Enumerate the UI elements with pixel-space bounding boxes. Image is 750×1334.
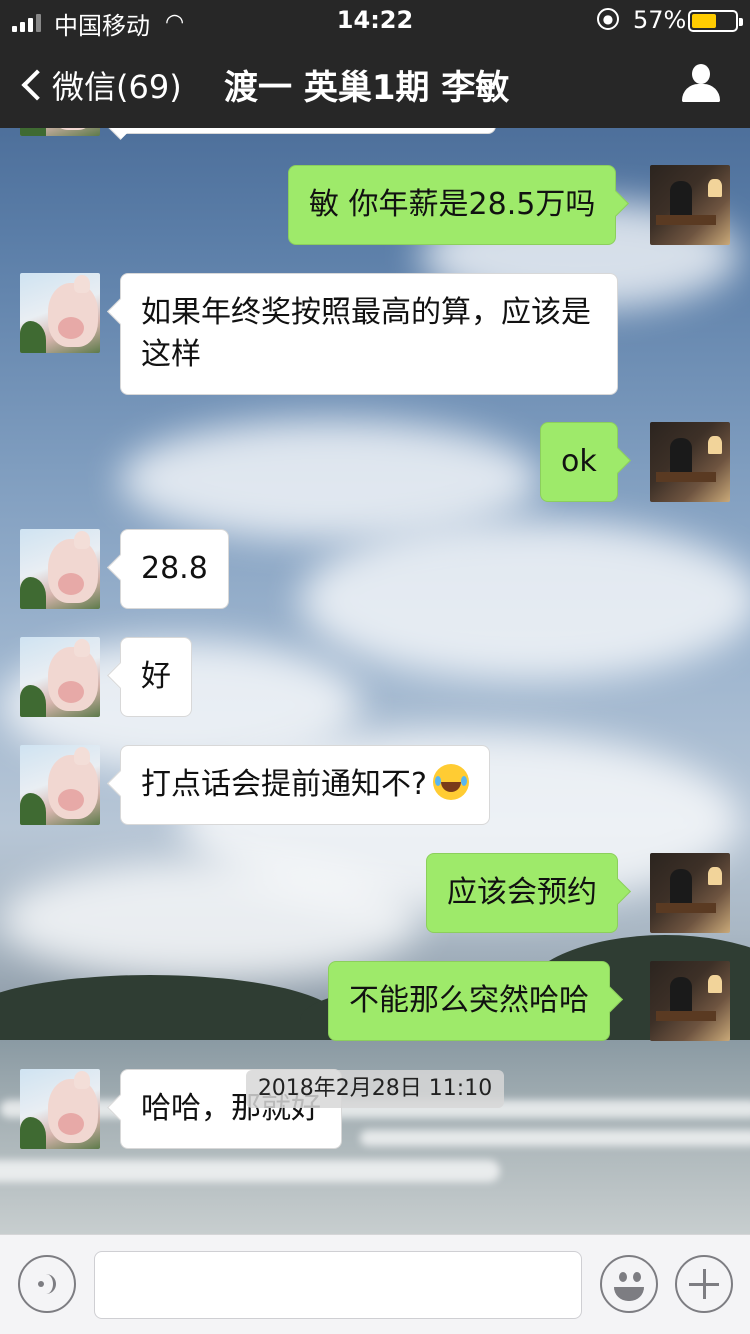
my-avatar[interactable] — [650, 165, 730, 245]
contact-avatar[interactable] — [20, 1069, 100, 1149]
message-text: 如果年终奖按照最高的算，应该是这样 — [141, 295, 591, 372]
my-avatar[interactable] — [650, 961, 730, 1041]
message-bubble[interactable]: 不能那么突然哈哈 — [328, 961, 610, 1041]
person-icon[interactable] — [682, 64, 720, 102]
message-text: 敏 你年薪是28.5万吗 — [309, 187, 596, 222]
voice-icon[interactable] — [18, 1255, 76, 1313]
plus-icon[interactable] — [675, 1255, 733, 1313]
my-avatar[interactable] — [650, 853, 730, 933]
my-avatar[interactable] — [650, 422, 730, 502]
top-bar: 中国移动 ◠ 14:22 ● 57% 微信(69) 渡一 英巢1期 李敏 — [0, 0, 750, 128]
status-bar: 中国移动 ◠ 14:22 ● 57% — [0, 0, 750, 40]
emoji-icon[interactable] — [600, 1255, 658, 1313]
message-text: 好 — [141, 659, 171, 694]
message-bubble-partial — [120, 128, 496, 134]
message-bubble[interactable]: 好 — [120, 637, 192, 717]
contact-avatar[interactable] — [20, 745, 100, 825]
tears-of-joy-emoji — [432, 764, 469, 800]
contact-avatar[interactable] — [20, 128, 100, 136]
message-text: 打点话会提前通知不? — [141, 767, 427, 802]
orientation-lock-icon: ● — [597, 8, 619, 30]
message-bubble[interactable]: 敏 你年薪是28.5万吗 — [288, 165, 617, 245]
message-bubble[interactable]: 28.8 — [120, 529, 229, 609]
contact-avatar[interactable] — [20, 529, 100, 609]
contact-avatar[interactable] — [20, 637, 100, 717]
navigation-bar: 微信(69) 渡一 英巢1期 李敏 — [0, 40, 750, 128]
message-text: 28.8 — [141, 551, 208, 586]
back-button[interactable]: 微信(69) — [18, 62, 182, 108]
message-bubble[interactable]: 如果年终奖按照最高的算，应该是这样 — [120, 273, 618, 395]
chat-title: 渡一 英巢1期 李敏 — [224, 68, 510, 108]
battery-icon — [688, 10, 743, 32]
message-input[interactable] — [94, 1251, 582, 1319]
message-bubble[interactable]: ok — [540, 422, 618, 502]
battery-percent: 57% — [633, 6, 687, 34]
chevron-left-icon — [21, 69, 53, 101]
message-bubble[interactable]: 打点话会提前通知不? — [120, 745, 490, 825]
message-timestamp: 2018年2月28日 11:10 — [246, 1070, 504, 1108]
back-label: 微信(69) — [52, 68, 182, 106]
message-text: ok — [561, 444, 597, 479]
message-list[interactable]: 敏 你年薪是28.5万吗 如果年终奖按照最高的算，应该是这样 ok 28.8 好… — [0, 128, 750, 1234]
message-text: 应该会预约 — [447, 875, 597, 910]
input-bar — [0, 1234, 750, 1334]
contact-avatar[interactable] — [20, 273, 100, 353]
message-text: 不能那么突然哈哈 — [349, 983, 589, 1018]
message-bubble[interactable]: 应该会预约 — [426, 853, 618, 933]
